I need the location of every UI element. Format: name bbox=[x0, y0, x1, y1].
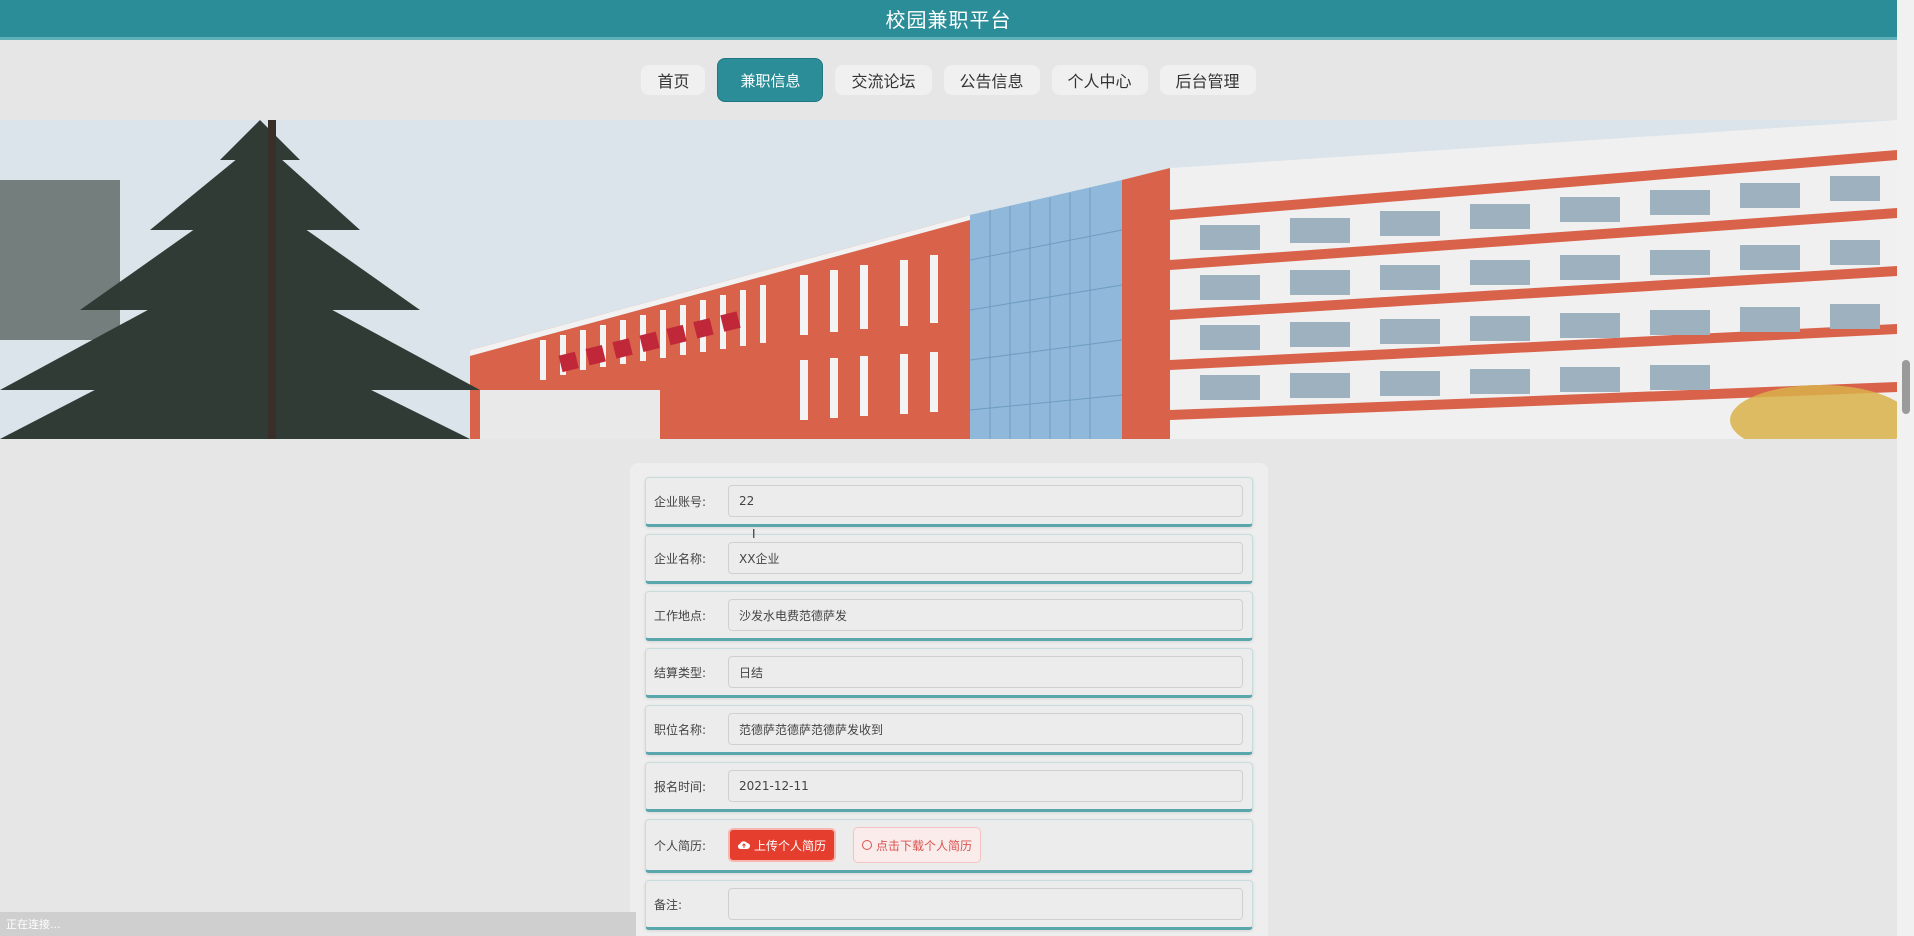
download-resume-label: 点击下载个人简历 bbox=[876, 838, 973, 853]
nav-forum[interactable]: 交流论坛 bbox=[835, 65, 932, 95]
nav-personal-center[interactable]: 个人中心 bbox=[1051, 65, 1148, 95]
work-location-input[interactable]: 沙发水电费范德萨发 bbox=[728, 599, 1243, 631]
scrollbar-thumb[interactable] bbox=[1902, 360, 1910, 414]
field-work-location: 工作地点: 沙发水电费范德萨发 bbox=[645, 591, 1253, 641]
cloud-upload-icon bbox=[738, 841, 750, 850]
job-detail-form: 企业账号: 22 企业名称: XX企业 工作地点: 沙发水电费范德萨发 结算类型… bbox=[630, 463, 1268, 936]
field-label: 结算类型: bbox=[654, 665, 707, 680]
field-position-name: 职位名称: 范德萨范德萨范德萨发收到 bbox=[645, 705, 1253, 755]
field-label: 职位名称: bbox=[654, 722, 707, 737]
upload-resume-button[interactable]: 上传个人简历 bbox=[728, 828, 837, 862]
field-signup-time: 报名时间: 2021-12-11 bbox=[645, 762, 1253, 812]
field-remark: 备注: bbox=[645, 880, 1253, 930]
upload-resume-label: 上传个人简历 bbox=[754, 838, 827, 853]
download-icon bbox=[862, 840, 872, 850]
field-label: 个人简历: bbox=[654, 838, 707, 853]
main-nav: 首页 兼职信息 交流论坛 公告信息 个人中心 后台管理 bbox=[0, 58, 1897, 102]
field-label: 企业名称: bbox=[654, 551, 707, 566]
site-title: 校园兼职平台 bbox=[885, 8, 1012, 32]
field-label: 报名时间: bbox=[654, 779, 707, 794]
field-label: 企业账号: bbox=[654, 494, 707, 509]
company-name-input[interactable]: XX企业 bbox=[728, 542, 1243, 574]
nav-home[interactable]: 首页 bbox=[641, 65, 706, 95]
field-company-name: 企业名称: XX企业 bbox=[645, 534, 1253, 584]
field-settlement-type: 结算类型: 日结 bbox=[645, 648, 1253, 698]
text-cursor-icon: I bbox=[752, 527, 756, 541]
page-scrollbar[interactable] bbox=[1897, 0, 1914, 936]
banner-carousel[interactable]: ■ ■ ■ ■ ■ ■ ■ bbox=[0, 120, 1897, 439]
remark-input[interactable] bbox=[728, 888, 1243, 920]
company-account-input[interactable]: 22 bbox=[728, 485, 1243, 517]
nav-admin[interactable]: 后台管理 bbox=[1159, 65, 1256, 95]
position-name-input[interactable]: 范德萨范德萨范德萨发收到 bbox=[728, 713, 1243, 745]
signup-time-input[interactable]: 2021-12-11 bbox=[728, 770, 1243, 802]
field-company-account: 企业账号: 22 bbox=[645, 477, 1253, 527]
download-resume-button[interactable]: 点击下载个人简历 bbox=[853, 827, 982, 863]
browser-status-bar: 正在连接... bbox=[0, 912, 636, 936]
settlement-type-input[interactable]: 日结 bbox=[728, 656, 1243, 688]
top-header-bar: 校园兼职平台 bbox=[0, 0, 1897, 40]
field-label: 备注: bbox=[654, 897, 683, 912]
nav-announcements[interactable]: 公告信息 bbox=[943, 65, 1040, 95]
banner-image: ■ ■ ■ ■ ■ ■ ■ bbox=[0, 120, 1897, 439]
nav-parttime-info[interactable]: 兼职信息 bbox=[717, 58, 824, 102]
field-label: 工作地点: bbox=[654, 608, 707, 623]
field-resume: 个人简历: 上传个人简历 点击下载个人简历 bbox=[645, 819, 1253, 873]
